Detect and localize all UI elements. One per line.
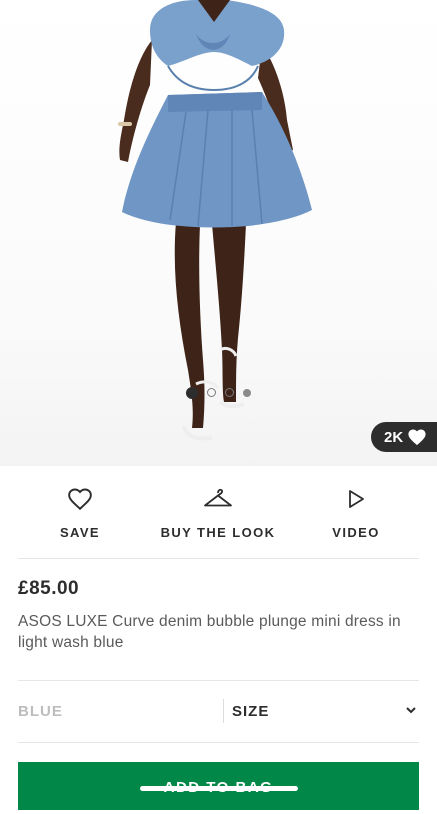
gallery-dot-1[interactable]: [186, 386, 198, 399]
heart-outline-icon: [68, 488, 92, 511]
chevron-down-icon[interactable]: [405, 705, 417, 715]
gallery-dot-3[interactable]: [225, 388, 234, 397]
video-button[interactable]: VIDEO: [326, 486, 386, 540]
divider: [18, 742, 419, 743]
divider: [18, 558, 419, 559]
size-select[interactable]: SIZE: [232, 703, 269, 720]
product-title: ASOS LUXE Curve denim bubble plunge mini…: [18, 613, 401, 651]
gallery-pagination[interactable]: [0, 386, 437, 399]
hanger-icon: [204, 488, 232, 507]
save-label: SAVE: [59, 525, 101, 540]
product-actions: SAVE BUY THE LOOK VIDEO: [0, 486, 437, 546]
product-image-gallery[interactable]: 2K: [0, 0, 437, 466]
play-icon: [349, 490, 364, 508]
video-label: VIDEO: [332, 525, 380, 540]
buy-the-look-button[interactable]: BUY THE LOOK: [158, 486, 278, 540]
home-indicator: [140, 786, 298, 791]
selector-divider: [223, 699, 224, 723]
gallery-dot-2[interactable]: [207, 388, 216, 397]
divider: [18, 680, 419, 681]
buy-the-look-label: BUY THE LOOK: [160, 525, 276, 540]
product-price: £85.00: [18, 578, 80, 599]
likes-badge[interactable]: 2K: [371, 422, 437, 452]
colour-value: BLUE: [18, 703, 63, 720]
likes-count: 2K: [384, 428, 404, 446]
heart-icon: [408, 429, 426, 446]
gallery-dot-4[interactable]: [243, 388, 251, 397]
save-button[interactable]: SAVE: [48, 486, 112, 540]
